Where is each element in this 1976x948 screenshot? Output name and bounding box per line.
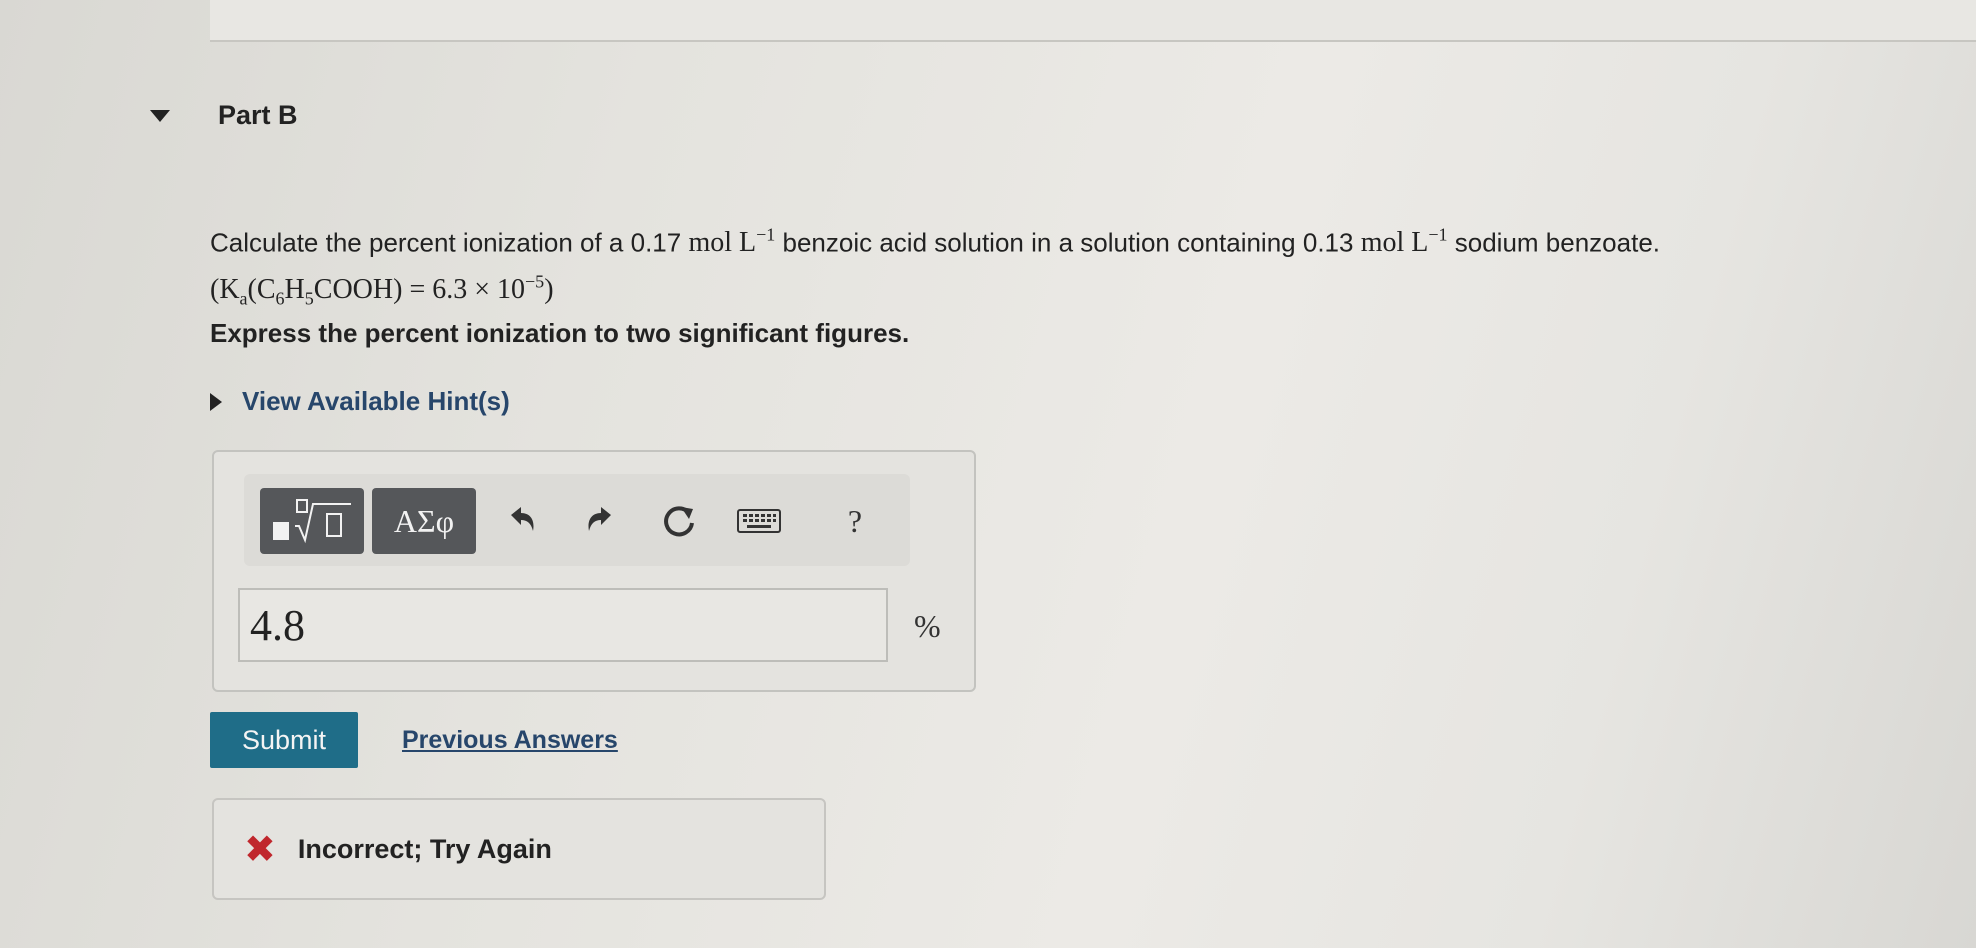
answer-input[interactable]: 4.8: [238, 588, 888, 662]
help-button[interactable]: ?: [832, 498, 878, 544]
ka-expression: (Ka(C6H5COOH) = 6.3 × 10−5): [210, 271, 554, 309]
question-lead: Calculate the percent ionization of a: [210, 227, 631, 258]
view-hints-toggle[interactable]: View Available Hint(s): [210, 386, 510, 417]
instruction-text: Express the percent ionization to two si…: [210, 318, 910, 348]
previous-section-band: [210, 0, 1976, 42]
feedback-text: Incorrect; Try Again: [297, 833, 552, 864]
acid-concentration: 0.17: [630, 227, 682, 258]
view-hints-label[interactable]: View Available Hint(s): [242, 386, 510, 417]
question-text: Calculate the percent ionization of a 0.…: [210, 216, 1810, 317]
redo-button[interactable]: [578, 498, 624, 544]
question-mid: benzoic acid solution in a solution cont…: [775, 227, 1303, 258]
templates-button[interactable]: [260, 488, 364, 554]
keyboard-button[interactable]: [736, 498, 782, 544]
answer-unit: %: [914, 608, 941, 644]
math-toolbar: ΑΣφ ?: [244, 474, 910, 566]
answer-panel: ΑΣφ ? 4.8 %: [212, 450, 976, 692]
undo-icon: [511, 507, 534, 531]
keyboard-icon: [737, 509, 781, 533]
undo-button[interactable]: [498, 498, 544, 544]
redo-icon: [588, 507, 611, 531]
part-header[interactable]: Part B: [150, 100, 298, 131]
x-icon: ✖: [244, 828, 276, 871]
part-title: Part B: [218, 100, 298, 130]
question-tail: sodium benzoate.: [1447, 227, 1660, 258]
reset-button[interactable]: [656, 498, 702, 544]
feedback-box: ✖ Incorrect; Try Again: [212, 798, 826, 900]
reset-icon: [664, 506, 694, 537]
unit-mol-per-l-2: mol L−1: [1360, 225, 1448, 259]
salt-concentration: 0.13: [1302, 227, 1354, 258]
greek-symbols-button[interactable]: ΑΣφ: [372, 488, 476, 554]
previous-answers-link[interactable]: Previous Answers: [402, 726, 618, 755]
unit-mol-per-l: mol L−1: [688, 225, 776, 259]
templates-icon: [273, 499, 351, 544]
caret-right-icon: [210, 392, 222, 411]
caret-down-icon[interactable]: [150, 109, 170, 122]
submit-button[interactable]: Submit: [210, 712, 358, 768]
